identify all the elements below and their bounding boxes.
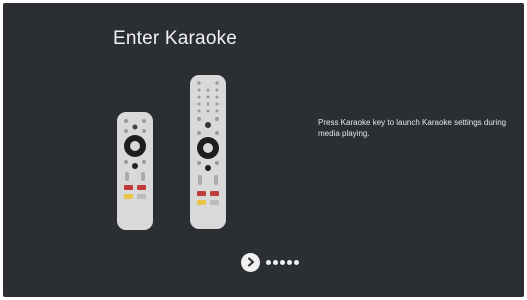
remote-large	[190, 75, 226, 229]
next-button[interactable]	[241, 252, 260, 272]
pager-dot	[280, 259, 285, 265]
karaoke-intro-screen: Enter Karaoke Press Karaoke key to launc…	[3, 3, 524, 297]
pager-dot	[294, 259, 299, 265]
instruction-text: Press Karaoke key to launch Karaoke sett…	[318, 118, 507, 138]
pager-dot	[273, 259, 278, 265]
pager-dot	[287, 259, 292, 265]
pager	[241, 252, 299, 272]
chevron-right-icon	[247, 257, 254, 267]
pager-dot	[266, 259, 271, 265]
remote-small	[117, 112, 153, 230]
